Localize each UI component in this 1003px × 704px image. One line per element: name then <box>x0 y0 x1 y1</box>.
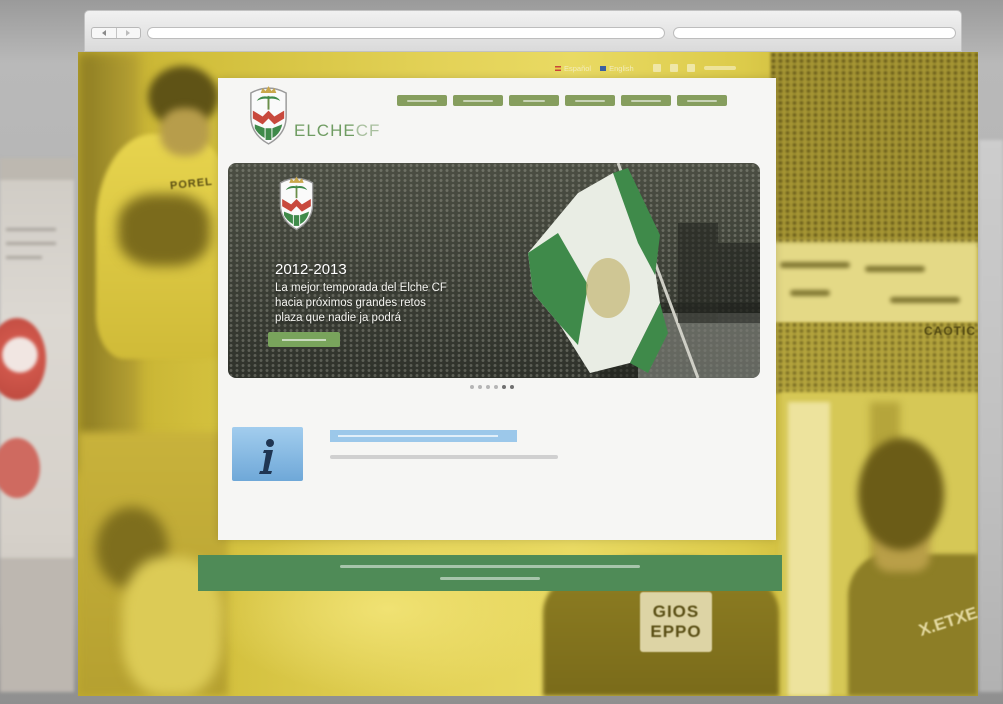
back-button[interactable] <box>92 28 117 38</box>
nav-button-1[interactable] <box>397 95 447 106</box>
bg-jersey-sponsor: GIOS EPPO <box>640 592 712 652</box>
nav-button-2[interactable] <box>453 95 503 106</box>
forward-button[interactable] <box>117 28 141 38</box>
slider-pagination <box>470 385 514 389</box>
logo-sub: CF <box>355 121 381 140</box>
bg-bright-glow <box>208 522 568 696</box>
ghost-red-badge <box>0 318 46 400</box>
slider-dot[interactable] <box>502 385 506 389</box>
bg-player-arms <box>118 194 210 266</box>
hero-title: 2012-2013 <box>275 261 347 278</box>
footer-text-line <box>340 565 640 568</box>
address-bar[interactable] <box>147 27 665 39</box>
browser-toolbar <box>84 10 962 52</box>
info-title-link[interactable] <box>330 430 517 442</box>
logo-main: ELCHE <box>294 121 356 140</box>
bg-goalkeeper-head <box>858 438 944 550</box>
nav-button-3[interactable] <box>509 95 559 106</box>
social-icon[interactable] <box>686 64 695 72</box>
content-panel: ELCHECF 2012-2013 La mejor temporada del… <box>218 78 776 540</box>
nav-button-6[interactable] <box>677 95 727 106</box>
background-window-right <box>979 140 1003 692</box>
bg-banner-text: CAOTIC <box>924 324 976 338</box>
background-window-left <box>0 158 74 692</box>
hero-text-line: hacia próximos grandes retos <box>275 297 426 309</box>
uk-flag-icon <box>600 65 607 71</box>
hero-more-button[interactable] <box>268 332 340 347</box>
nav-button-5[interactable] <box>621 95 671 106</box>
forward-arrow-icon <box>126 30 131 36</box>
ghost-bottom-block <box>0 558 74 692</box>
site-logo-text[interactable]: ELCHECF <box>294 121 380 141</box>
sponsor-line: GIOS <box>652 602 700 621</box>
social-icon[interactable] <box>669 64 678 72</box>
elche-crest-icon[interactable] <box>245 85 292 146</box>
spain-flag-icon <box>555 65 561 71</box>
info-icon[interactable] <box>232 427 303 481</box>
lang-label: English <box>609 63 634 73</box>
nav-button-4[interactable] <box>565 95 615 106</box>
ghost-text-line <box>6 256 42 259</box>
bg-player-face <box>160 108 210 156</box>
browser-nav-buttons <box>91 27 141 39</box>
browser-search-field[interactable] <box>673 27 956 39</box>
social-icon[interactable] <box>652 64 661 72</box>
site-footer <box>198 555 782 591</box>
slider-dot[interactable] <box>510 385 514 389</box>
sponsor-line: EPPO <box>650 622 702 641</box>
lang-link-en[interactable]: English <box>600 64 634 73</box>
top-link-extra[interactable] <box>703 66 736 70</box>
page-viewport: POREL CAOTIC X.ETXE GIOS EPPO Español En… <box>78 52 978 696</box>
hero-text-line: plaza que nadie ja podrá <box>275 312 401 324</box>
ghost-red-shape <box>0 438 40 498</box>
bg-crowd-upper <box>770 52 978 247</box>
bg-stadium-column <box>788 402 830 696</box>
lang-label: Español <box>564 63 592 73</box>
slider-dot[interactable] <box>470 385 474 389</box>
bg-crowd-banner <box>770 242 978 327</box>
footer-text-line[interactable] <box>440 577 540 580</box>
slider-dot[interactable] <box>486 385 490 389</box>
lang-link-es[interactable]: Español <box>555 64 591 73</box>
ghost-text-line <box>6 228 56 231</box>
hero-slider[interactable]: 2012-2013 La mejor temporada del Elche C… <box>228 163 760 378</box>
ghost-title-bar <box>0 158 74 180</box>
info-description <box>330 455 558 459</box>
ghost-text-line <box>6 242 56 245</box>
hero-crest-icon <box>279 176 314 231</box>
hero-text-line: La mejor temporada del Elche CF <box>275 282 447 294</box>
slider-dot[interactable] <box>478 385 482 389</box>
slider-dot[interactable] <box>494 385 498 389</box>
top-links: Español English <box>555 62 736 74</box>
back-arrow-icon <box>101 30 106 36</box>
